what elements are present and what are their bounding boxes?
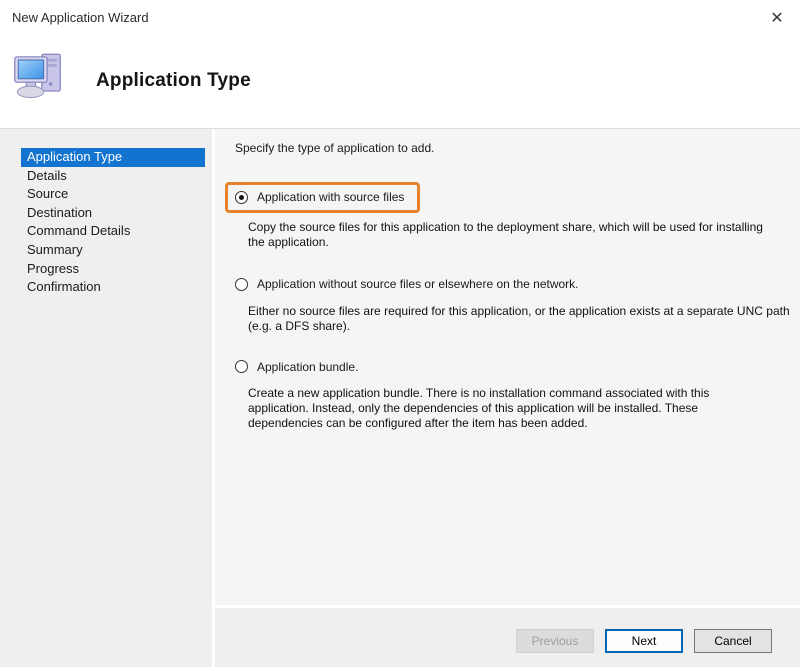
radio-row-source-files[interactable]: Application with source files (235, 190, 404, 204)
sidebar-item-application-type[interactable]: Application Type (21, 148, 205, 167)
computer-icon (13, 49, 69, 105)
option-application-without-source-files: Application without source files or else… (235, 277, 800, 334)
window-title: New Application Wizard (12, 10, 149, 25)
radio-row-without-source-files[interactable]: Application without source files or else… (235, 277, 579, 291)
radio-button-icon[interactable] (235, 278, 248, 291)
sidebar-item-summary[interactable]: Summary (21, 241, 205, 260)
option-label: Application without source files or else… (257, 277, 579, 291)
new-application-wizard-dialog: New Application Wizard ✕ Ap (0, 0, 800, 667)
radio-button-icon[interactable] (235, 360, 248, 373)
radio-row-application-bundle[interactable]: Application bundle. (235, 360, 358, 374)
option-description: Copy the source files for this applicati… (248, 220, 775, 250)
previous-button[interactable]: Previous (516, 629, 594, 653)
next-button[interactable]: Next (605, 629, 683, 653)
button-row: Previous Next Cancel (215, 608, 800, 653)
wizard-steps-sidebar: Application Type Details Source Destinat… (0, 129, 212, 667)
sidebar-item-destination[interactable]: Destination (21, 204, 205, 223)
page-title: Application Type (96, 70, 251, 92)
sidebar-item-confirmation[interactable]: Confirmation (21, 278, 205, 297)
sidebar-item-details[interactable]: Details (21, 167, 205, 186)
option-description: Either no source files are required for … (248, 304, 793, 334)
instruction-text: Specify the type of application to add. (235, 141, 800, 155)
option-label: Application with source files (257, 190, 404, 204)
titlebar: New Application Wizard ✕ (0, 0, 800, 36)
option-application-with-source-files: Application with source files Copy the s… (235, 182, 800, 250)
wizard-content-pane: Specify the type of application to add. … (215, 129, 800, 605)
wizard-steps-list: Application Type Details Source Destinat… (21, 148, 205, 297)
option-label: Application bundle. (257, 360, 358, 374)
option-description: Create a new application bundle. There i… (248, 386, 730, 431)
radio-button-checked-icon[interactable] (235, 191, 248, 204)
sidebar-item-command-details[interactable]: Command Details (21, 222, 205, 241)
sidebar-item-source[interactable]: Source (21, 185, 205, 204)
close-icon[interactable]: ✕ (764, 5, 790, 31)
annotation-highlight-box: Application with source files (225, 182, 420, 213)
option-application-bundle: Application bundle. Create a new applica… (235, 360, 800, 432)
sidebar-item-progress[interactable]: Progress (21, 260, 205, 279)
wizard-footer: Previous Next Cancel (215, 608, 800, 667)
cancel-button[interactable]: Cancel (694, 629, 772, 653)
wizard-header: Application Type (0, 36, 800, 128)
